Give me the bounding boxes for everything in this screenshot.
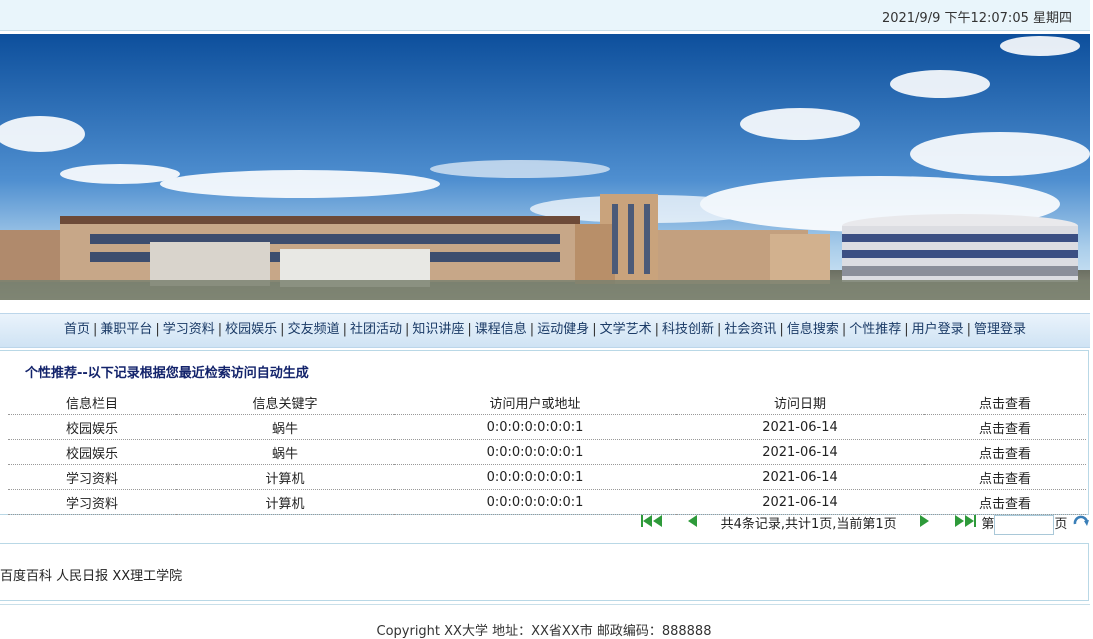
nav-separator: |	[841, 322, 847, 337]
table-row: 学习资料 计算机 0:0:0:0:0:0:0:1 2021-06-14 点击查看	[8, 489, 1086, 515]
campus-banner-image	[0, 34, 1090, 300]
nav-item-fitness[interactable]: 运动健身	[537, 322, 589, 337]
view-link[interactable]: 点击查看	[924, 464, 1086, 490]
go-refresh-icon[interactable]	[1072, 514, 1090, 536]
pagination: 共4条记录,共计1页,当前第1页 第 页	[640, 514, 1090, 538]
table-row: 校园娱乐 蜗牛 0:0:0:0:0:0:0:1 2021-06-14 点击查看	[8, 439, 1086, 465]
friend-links-box: 百度百科 人民日报 XX理工学院	[0, 543, 1089, 601]
cell-user: 0:0:0:0:0:0:0:1	[394, 464, 676, 490]
view-link[interactable]: 点击查看	[924, 439, 1086, 465]
nav-separator: |	[529, 322, 535, 337]
table-row: 学习资料 计算机 0:0:0:0:0:0:0:1 2021-06-14 点击查看	[8, 464, 1086, 490]
nav-item-part-time[interactable]: 兼职平台	[100, 322, 152, 337]
first-page-icon[interactable]	[640, 514, 664, 536]
nav-item-courses[interactable]: 课程信息	[475, 322, 527, 337]
last-page-icon[interactable]	[953, 514, 977, 536]
nav-item-lectures[interactable]: 知识讲座	[412, 322, 464, 337]
nav-item-admin-login[interactable]: 管理登录	[974, 322, 1026, 337]
cell-date: 2021-06-14	[676, 414, 924, 440]
cell-user: 0:0:0:0:0:0:0:1	[394, 414, 676, 440]
goto-suffix: 页	[1054, 517, 1068, 532]
link-xx-institute[interactable]: XX理工学院	[112, 569, 182, 584]
page-number-input[interactable]	[994, 515, 1055, 535]
nav-item-study[interactable]: 学习资料	[163, 322, 215, 337]
cell-keyword: 蜗牛	[176, 439, 394, 465]
cell-category: 校园娱乐	[8, 439, 176, 465]
current-datetime: 2021/9/9 下午12:07:05 星期四	[881, 11, 1072, 26]
nav-separator: |	[779, 322, 784, 337]
main-nav-bar: 首页 | 兼职平台 | 学习资料 | 校园娱乐 | 交友频道 | 社团活动 | 知识讲座 | 课程信息 | 运动…	[0, 313, 1090, 348]
nav-item-clubs[interactable]: 社团活动	[350, 322, 402, 337]
cell-date: 2021-06-14	[676, 489, 924, 515]
nav-separator: |	[654, 322, 659, 337]
cell-keyword: 计算机	[176, 489, 394, 515]
link-baidu-baike[interactable]: 百度百科	[0, 569, 52, 584]
nav-separator: |	[92, 322, 98, 337]
nav-item-tech[interactable]: 科技创新	[662, 322, 714, 337]
cell-user: 0:0:0:0:0:0:0:1	[394, 489, 676, 515]
link-people-daily[interactable]: 人民日报	[56, 569, 108, 584]
nav-separator: |	[966, 322, 972, 337]
top-bar: 2021/9/9 下午12:07:05 星期四	[0, 0, 1090, 31]
footer-copyright: Copyright XX大学 地址：XX省XX市 邮政编码：888888	[376, 624, 712, 639]
pagination-summary: 共4条记录,共计1页,当前第1页	[720, 517, 897, 532]
nav-separator: |	[592, 322, 597, 337]
panel-title: 个性推荐--以下记录根据您最近检索访问自动生成	[25, 366, 309, 381]
table-row: 校园娱乐 蜗牛 0:0:0:0:0:0:0:1 2021-06-14 点击查看	[8, 414, 1086, 440]
nav-separator: |	[904, 322, 909, 337]
cell-keyword: 蜗牛	[176, 414, 394, 440]
nav-separator: |	[280, 322, 285, 337]
nav-separator: |	[155, 322, 160, 337]
goto-prefix: 第	[981, 517, 995, 532]
view-link[interactable]: 点击查看	[924, 414, 1086, 440]
nav-item-user-login[interactable]: 用户登录	[912, 322, 964, 337]
footer-divider	[0, 604, 1090, 605]
recommendation-panel: 个性推荐--以下记录根据您最近检索访问自动生成 信息栏目 信息关键字 访问用户或…	[0, 350, 1089, 515]
records-table: 信息栏目 信息关键字 访问用户或地址 访问日期 点击查看 校园娱乐 蜗牛 0:0…	[8, 390, 1086, 515]
prev-page-icon[interactable]	[686, 514, 698, 536]
friend-links: 百度百科 人民日报 XX理工学院	[0, 565, 182, 584]
cell-date: 2021-06-14	[676, 439, 924, 465]
col-header-user: 访问用户或地址	[489, 396, 581, 412]
cell-user: 0:0:0:0:0:0:0:1	[394, 439, 676, 465]
nav-item-recommend[interactable]: 个性推荐	[849, 322, 901, 337]
col-header-date: 访问日期	[773, 396, 826, 412]
nav-separator: |	[717, 322, 722, 337]
nav-item-home[interactable]: 首页	[64, 322, 90, 337]
cell-keyword: 计算机	[176, 464, 394, 490]
view-link[interactable]: 点击查看	[924, 489, 1086, 515]
nav-separator: |	[404, 322, 410, 337]
nav-item-friends[interactable]: 交友频道	[288, 322, 340, 337]
next-page-icon[interactable]	[919, 514, 931, 536]
col-header-category: 信息栏目	[65, 396, 118, 412]
nav-item-search[interactable]: 信息搜索	[787, 322, 839, 337]
nav-separator: |	[467, 322, 472, 337]
table-header-row: 信息栏目 信息关键字 访问用户或地址 访问日期 点击查看	[8, 390, 1086, 415]
nav-separator: |	[342, 322, 347, 337]
nav-separator: |	[217, 322, 223, 337]
nav-item-news[interactable]: 社会资讯	[724, 322, 776, 337]
cell-category: 学习资料	[8, 464, 176, 490]
nav-item-entertainment[interactable]: 校园娱乐	[225, 322, 277, 337]
cell-date: 2021-06-14	[676, 464, 924, 490]
nav-item-arts[interactable]: 文学艺术	[600, 322, 652, 337]
col-header-action: 点击查看	[978, 396, 1031, 412]
col-header-keyword: 信息关键字	[252, 396, 318, 412]
cell-category: 学习资料	[8, 489, 176, 515]
cell-category: 校园娱乐	[8, 414, 176, 440]
